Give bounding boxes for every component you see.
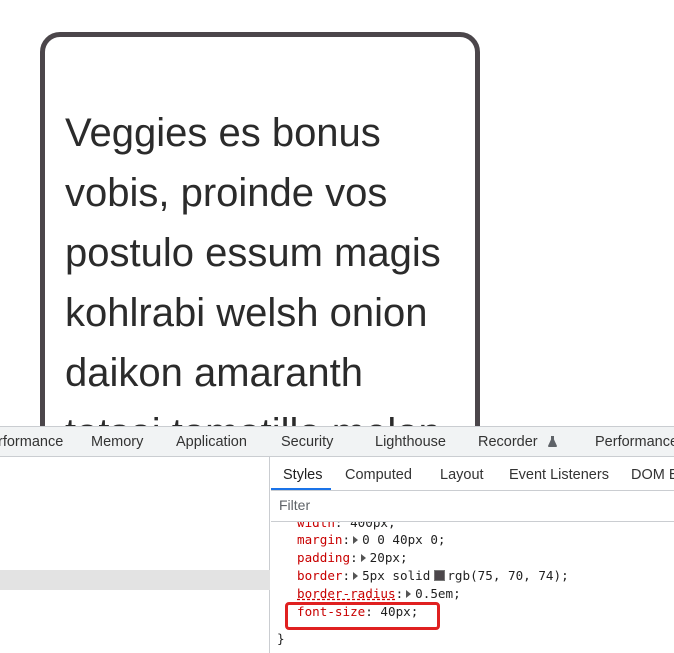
content-card: Veggies es bonus vobis, proinde vos post… <box>40 32 480 426</box>
tab-security[interactable]: Security <box>281 427 333 457</box>
tab-performance-insights[interactable]: Performance <box>595 427 674 457</box>
css-decl-border-radius[interactable]: border-radius: 0.5em; <box>297 585 461 603</box>
card-paragraph: Veggies es bonus vobis, proinde vos post… <box>65 103 465 426</box>
sidebar-tabbar: Styles Computed Layout Event Listeners D… <box>271 457 674 491</box>
card-line: kohlrabi welsh onion <box>65 291 428 335</box>
card-line: vobis, proinde vos <box>65 171 388 215</box>
styles-sidebar: Styles Computed Layout Event Listeners D… <box>271 457 674 653</box>
css-decl-margin[interactable]: margin: 0 0 40px 0; <box>297 531 446 549</box>
rule-close-brace: } <box>277 631 285 646</box>
page-viewport: Veggies es bonus vobis, proinde vos post… <box>0 0 674 426</box>
expand-triangle-icon[interactable] <box>353 536 359 544</box>
expand-triangle-icon[interactable] <box>360 554 366 562</box>
tab-performance-partial[interactable]: rformance <box>0 427 63 457</box>
annotation-highlight-box <box>285 602 440 630</box>
elements-tree-pane <box>0 457 270 653</box>
tab-application[interactable]: Application <box>176 427 247 457</box>
flask-icon <box>547 436 557 447</box>
tab-styles[interactable]: Styles <box>283 457 323 490</box>
expand-triangle-icon[interactable] <box>406 590 412 598</box>
filter-input[interactable]: Filter <box>279 497 310 513</box>
css-rule-block: width: 400px; margin: 0 0 40px 0; padding… <box>271 522 674 653</box>
tab-layout[interactable]: Layout <box>440 457 484 490</box>
tab-recorder-label: Recorder <box>478 434 538 450</box>
active-tab-indicator <box>271 488 331 490</box>
selected-node-row[interactable] <box>0 570 270 590</box>
styles-filter[interactable]: Filter <box>271 491 674 522</box>
tab-memory[interactable]: Memory <box>91 427 143 457</box>
tab-lighthouse[interactable]: Lighthouse <box>375 427 446 457</box>
css-decl-border[interactable]: border: 5px solid rgb(75, 70, 74); <box>297 567 569 585</box>
tab-dom-breakpoints[interactable]: DOM B <box>631 457 674 490</box>
tab-computed[interactable]: Computed <box>345 457 412 490</box>
card-line: Veggies es bonus <box>65 111 381 155</box>
tab-recorder[interactable]: Recorder <box>478 427 557 457</box>
card-line: postulo essum magis <box>65 231 441 275</box>
card-line: tatsoi tomatillo melon <box>65 403 465 426</box>
color-swatch-icon[interactable] <box>434 570 446 581</box>
devtools-tabbar: rformance Memory Application Security Li… <box>0 426 674 457</box>
css-decl-padding[interactable]: padding: 20px; <box>297 549 408 567</box>
card-line: daikon amaranth <box>65 351 363 395</box>
devtools-panel: rformance Memory Application Security Li… <box>0 426 674 653</box>
tab-event-listeners[interactable]: Event Listeners <box>509 457 609 490</box>
expand-triangle-icon[interactable] <box>353 572 359 580</box>
